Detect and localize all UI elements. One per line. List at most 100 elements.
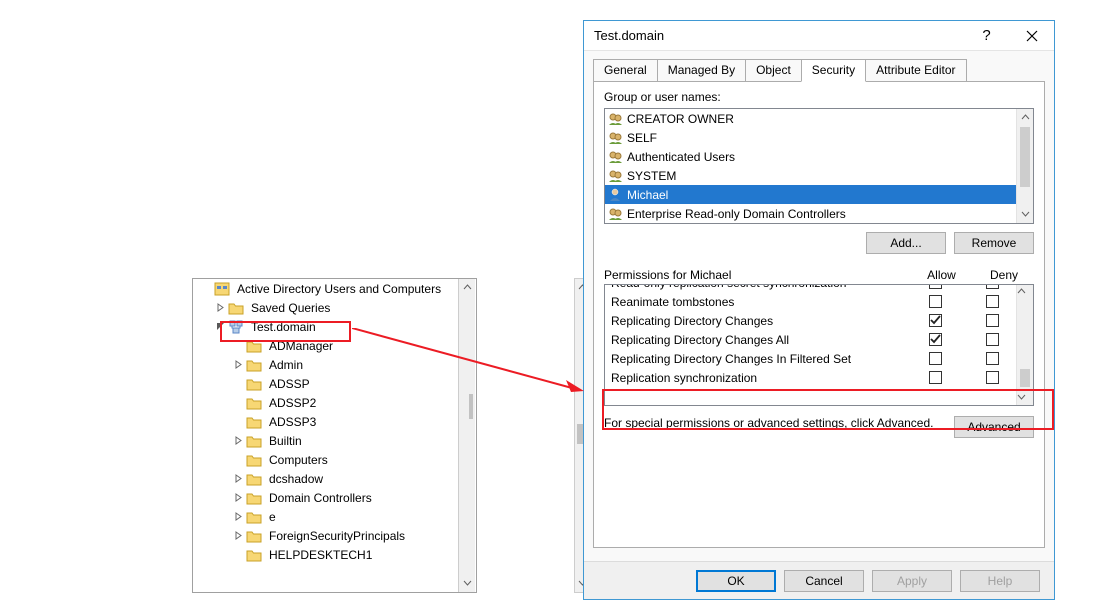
tree-item[interactable]: e: [193, 507, 476, 526]
tree-item-label: Builtin: [266, 433, 305, 449]
add-button[interactable]: Add...: [866, 232, 946, 254]
scroll-up-icon[interactable]: [459, 279, 475, 296]
tree-item[interactable]: ADManager: [193, 336, 476, 355]
expander-icon[interactable]: [233, 454, 244, 465]
principal-row[interactable]: CREATOR OWNER: [605, 109, 1016, 128]
tree-item[interactable]: ForeignSecurityPrincipals: [193, 526, 476, 545]
remove-button[interactable]: Remove: [954, 232, 1034, 254]
allow-checkbox[interactable]: [929, 284, 942, 289]
close-icon: [1026, 30, 1038, 42]
expander-icon[interactable]: [233, 378, 244, 389]
expander-icon[interactable]: [233, 530, 244, 541]
permissions-listbox[interactable]: Read-only replication secret synchroniza…: [604, 284, 1034, 406]
expander-icon[interactable]: [233, 473, 244, 484]
tree-item-label: HELPDESKTECH1: [266, 547, 375, 563]
tree-item[interactable]: Test.domain: [193, 317, 476, 336]
principal-row[interactable]: SELF: [605, 128, 1016, 147]
principal-row[interactable]: Authenticated Users: [605, 147, 1016, 166]
group-icon: [607, 149, 623, 165]
tabstrip: GeneralManaged ByObjectSecurityAttribute…: [593, 59, 1045, 82]
folder-icon: [246, 414, 262, 430]
perm-scrollbar[interactable]: [1016, 285, 1033, 405]
expander-icon[interactable]: [233, 511, 244, 522]
help-button-footer[interactable]: Help: [960, 570, 1040, 592]
scroll-up-icon[interactable]: [1017, 109, 1033, 126]
aduc-tree-panel: Active Directory Users and Computers Save…: [192, 278, 477, 593]
tree-item[interactable]: Saved Queries: [193, 298, 476, 317]
deny-checkbox[interactable]: [986, 352, 999, 365]
scroll-thumb[interactable]: [469, 394, 473, 419]
allow-header: Allow: [909, 268, 974, 282]
tree-item[interactable]: ADSSP: [193, 374, 476, 393]
tree-item[interactable]: Builtin: [193, 431, 476, 450]
listbox-scrollbar[interactable]: [1016, 109, 1033, 223]
principal-row[interactable]: Enterprise Read-only Domain Controllers: [605, 204, 1016, 223]
expander-icon[interactable]: [233, 359, 244, 370]
domain-icon: [228, 319, 244, 335]
apply-button[interactable]: Apply: [872, 570, 952, 592]
allow-checkbox[interactable]: [929, 314, 942, 327]
deny-header: Deny: [974, 268, 1034, 282]
scroll-thumb[interactable]: [1020, 127, 1030, 187]
folder-icon: [246, 490, 262, 506]
tree-item[interactable]: ADSSP2: [193, 393, 476, 412]
permission-row: Replicating Directory Changes In Filtere…: [605, 349, 1016, 368]
help-button[interactable]: ?: [964, 21, 1009, 51]
tree-item-label: dcshadow: [266, 471, 326, 487]
tab-security[interactable]: Security: [801, 59, 866, 82]
tree-item-label: ADSSP: [266, 376, 313, 392]
deny-checkbox[interactable]: [986, 284, 999, 289]
permission-row: Reanimate tombstones: [605, 292, 1016, 311]
tab-attribute-editor[interactable]: Attribute Editor: [865, 59, 966, 81]
allow-checkbox[interactable]: [929, 333, 942, 346]
allow-checkbox[interactable]: [929, 295, 942, 308]
expander-icon[interactable]: [201, 283, 212, 294]
tree-item-label: ADManager: [266, 338, 336, 354]
scroll-thumb[interactable]: [1020, 369, 1030, 387]
scroll-up-icon[interactable]: [1017, 285, 1033, 299]
permission-name: Replication synchronization: [611, 371, 903, 385]
tree-item-label: Saved Queries: [248, 300, 333, 316]
principal-name: SYSTEM: [627, 169, 676, 183]
expander-icon[interactable]: [233, 549, 244, 560]
scroll-down-icon[interactable]: [459, 575, 475, 592]
ok-button[interactable]: OK: [696, 570, 776, 592]
principals-listbox[interactable]: CREATOR OWNERSELFAuthenticated Users SYST…: [604, 108, 1034, 224]
tree-item-label: Computers: [266, 452, 331, 468]
expander-icon[interactable]: [233, 416, 244, 427]
allow-checkbox[interactable]: [929, 352, 942, 365]
tab-managed-by[interactable]: Managed By: [657, 59, 746, 81]
scroll-down-icon[interactable]: [1017, 206, 1033, 223]
advanced-hint: For special permissions or advanced sett…: [604, 416, 954, 430]
expander-icon[interactable]: [233, 492, 244, 503]
tree-item[interactable]: HELPDESKTECH1: [193, 545, 476, 564]
expander-icon[interactable]: [233, 340, 244, 351]
permission-row: Replicating Directory Changes All: [605, 330, 1016, 349]
tab-general[interactable]: General: [593, 59, 658, 81]
tree-item-label: Active Directory Users and Computers: [234, 281, 444, 297]
allow-checkbox[interactable]: [929, 371, 942, 384]
expander-icon[interactable]: [215, 302, 226, 313]
tree-item[interactable]: ADSSP3: [193, 412, 476, 431]
expander-icon[interactable]: [233, 397, 244, 408]
tree-item[interactable]: Computers: [193, 450, 476, 469]
principal-row[interactable]: Michael: [605, 185, 1016, 204]
cancel-button[interactable]: Cancel: [784, 570, 864, 592]
expander-icon[interactable]: [233, 435, 244, 446]
deny-checkbox[interactable]: [986, 295, 999, 308]
group-icon: [607, 111, 623, 127]
tree-item[interactable]: Active Directory Users and Computers: [193, 279, 476, 298]
principal-row[interactable]: SYSTEM: [605, 166, 1016, 185]
tree-item[interactable]: dcshadow: [193, 469, 476, 488]
close-button[interactable]: [1009, 21, 1054, 51]
deny-checkbox[interactable]: [986, 333, 999, 346]
tree-item[interactable]: Domain Controllers: [193, 488, 476, 507]
tab-object[interactable]: Object: [745, 59, 802, 81]
tree-item[interactable]: Admin: [193, 355, 476, 374]
deny-checkbox[interactable]: [986, 314, 999, 327]
advanced-button[interactable]: Advanced: [954, 416, 1034, 438]
deny-checkbox[interactable]: [986, 371, 999, 384]
scroll-down-icon[interactable]: [1017, 391, 1033, 405]
tree-scrollbar[interactable]: [458, 279, 475, 592]
expander-icon[interactable]: [215, 321, 226, 332]
